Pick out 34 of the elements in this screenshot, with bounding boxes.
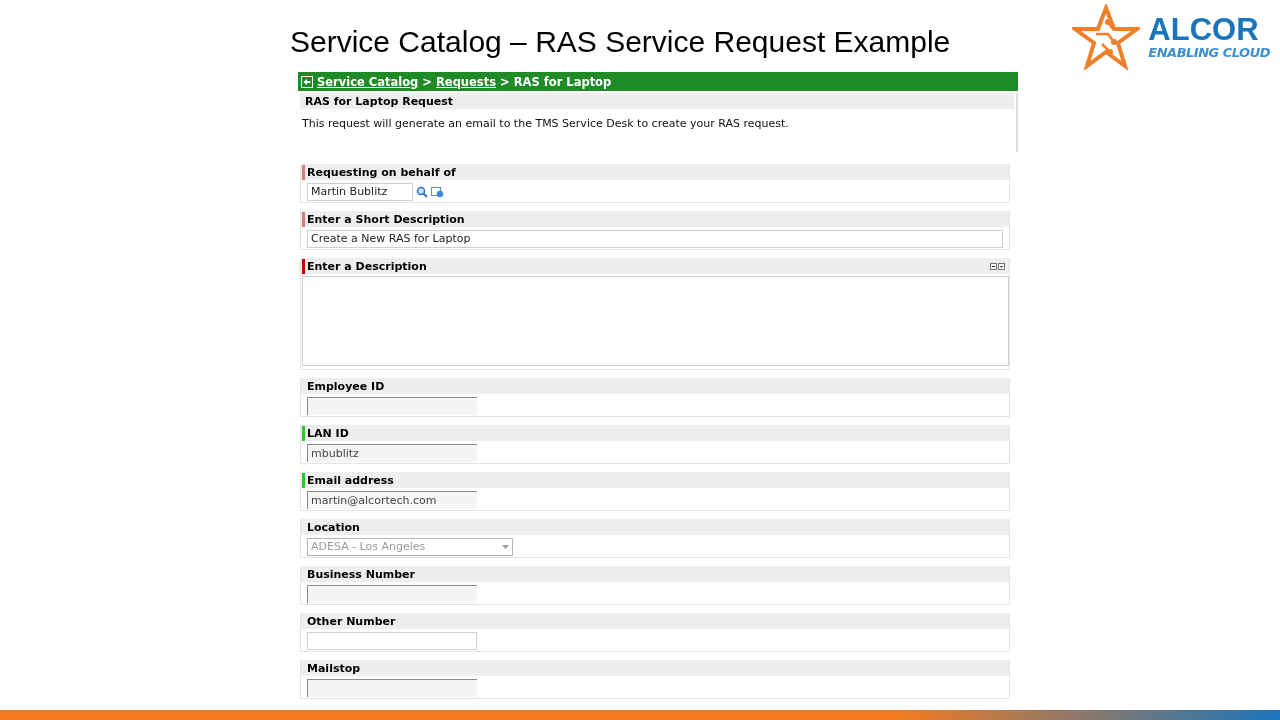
- field-label: Email address: [307, 473, 394, 487]
- collapse-icon[interactable]: [990, 262, 997, 270]
- input-field[interactable]: Create a New RAS for Laptop: [307, 229, 1003, 248]
- breadcrumb-text: > RAS for Laptop: [500, 74, 612, 89]
- back-icon[interactable]: [301, 75, 313, 88]
- field-label: Enter a Short Description: [307, 212, 465, 226]
- input-field[interactable]: [307, 678, 477, 697]
- input-field[interactable]: [307, 631, 477, 650]
- card-info-icon[interactable]: [431, 185, 444, 198]
- input-field[interactable]: [307, 584, 477, 603]
- breadcrumb-link[interactable]: Requests: [436, 74, 497, 89]
- field-label: Location: [307, 520, 360, 534]
- search-icon[interactable]: [416, 185, 428, 198]
- field-label: Enter a Description: [307, 259, 427, 273]
- breadcrumb-text: >: [422, 74, 432, 89]
- input-field[interactable]: [307, 396, 477, 415]
- breadcrumb-link[interactable]: Service Catalog: [317, 74, 419, 89]
- input-field[interactable]: martin@alcortech.com: [307, 490, 477, 509]
- field-label: Employee ID: [307, 379, 385, 393]
- request-description: This request will generate an email to the TMS Service Desk to create your RAS request.: [301, 116, 790, 130]
- field-label: Business Number: [307, 567, 415, 581]
- field-label: Other Number: [307, 614, 396, 628]
- slide-title: Service Catalog – RAS Service Request Example: [290, 25, 951, 59]
- field-label: LAN ID: [307, 426, 349, 440]
- expand-icon[interactable]: [998, 262, 1005, 270]
- star-logo-icon: [1072, 4, 1141, 70]
- input-field[interactable]: Martin Bublitz: [307, 182, 413, 201]
- field-label: Requesting on behalf of: [307, 165, 456, 179]
- field-label: Mailstop: [307, 661, 361, 675]
- dropdown-caret-icon: [502, 544, 509, 549]
- input-field[interactable]: mbublitz: [307, 443, 477, 462]
- logo-wordmark: ALCOR: [1148, 14, 1259, 45]
- request-title: RAS for Laptop Request: [300, 93, 1014, 109]
- logo-tagline: ENABLING CLOUD: [1148, 45, 1270, 60]
